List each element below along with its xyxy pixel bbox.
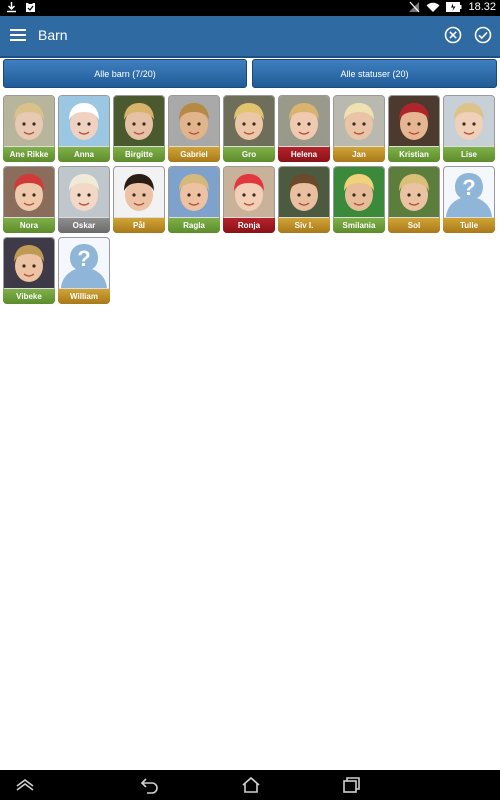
page-title: Barn bbox=[38, 27, 68, 43]
child-photo bbox=[4, 238, 54, 288]
all-statuses-filter-button[interactable]: Alle statuser (20) bbox=[252, 59, 497, 88]
battery-icon bbox=[446, 2, 462, 12]
clipboard-icon bbox=[26, 2, 35, 12]
child-tile[interactable]: Ronja bbox=[223, 166, 275, 233]
child-tile[interactable]: Nora bbox=[3, 166, 55, 233]
unknown-person-icon: ? bbox=[59, 238, 109, 288]
child-name-label: Tulle bbox=[443, 218, 495, 233]
child-photo bbox=[4, 96, 54, 146]
child-name-label: Ane Rikke bbox=[3, 147, 55, 162]
child-tile[interactable]: Oskar bbox=[58, 166, 110, 233]
child-name-label: Vibeke bbox=[3, 289, 55, 304]
recent-apps-icon[interactable] bbox=[341, 776, 361, 794]
child-tile[interactable]: ? Tulle bbox=[443, 166, 495, 233]
child-tile[interactable]: Birgitte bbox=[113, 95, 165, 162]
child-tile[interactable]: Anna bbox=[58, 95, 110, 162]
children-grid: Ane Rikke Anna Birgitte Gabriel Gro Helena Jan… bbox=[3, 95, 497, 304]
child-photo bbox=[169, 96, 219, 146]
child-photo bbox=[334, 167, 384, 217]
child-tile[interactable]: Jan bbox=[333, 95, 385, 162]
child-photo bbox=[4, 167, 54, 217]
child-photo bbox=[59, 167, 109, 217]
child-tile[interactable]: Vibeke bbox=[3, 237, 55, 304]
child-photo bbox=[279, 167, 329, 217]
navigation-bar bbox=[0, 770, 500, 800]
child-tile[interactable]: ? William bbox=[58, 237, 110, 304]
child-name-label: Smilania bbox=[333, 218, 385, 233]
child-name-label: Oskar bbox=[58, 218, 110, 233]
child-photo bbox=[389, 167, 439, 217]
child-name-label: Jan bbox=[333, 147, 385, 162]
child-name-label: Siv I. bbox=[278, 218, 330, 233]
svg-text:?: ? bbox=[462, 175, 475, 200]
home-icon[interactable] bbox=[241, 776, 261, 794]
wifi-icon bbox=[426, 2, 440, 12]
child-photo bbox=[114, 167, 164, 217]
child-name-label: Pål bbox=[113, 218, 165, 233]
unknown-person-icon: ? bbox=[444, 167, 494, 217]
child-tile[interactable]: Ane Rikke bbox=[3, 95, 55, 162]
child-tile[interactable]: Helena bbox=[278, 95, 330, 162]
child-photo bbox=[224, 96, 274, 146]
child-tile[interactable]: Siv I. bbox=[278, 166, 330, 233]
check-circle-icon[interactable] bbox=[474, 26, 492, 44]
child-photo bbox=[169, 167, 219, 217]
status-bar: 18.32 bbox=[0, 0, 500, 16]
child-tile[interactable]: Ragla bbox=[168, 166, 220, 233]
download-icon bbox=[7, 2, 16, 13]
child-tile[interactable]: Lise bbox=[443, 95, 495, 162]
child-tile[interactable]: Sol bbox=[388, 166, 440, 233]
child-photo bbox=[224, 167, 274, 217]
child-name-label: Ronja bbox=[223, 218, 275, 233]
svg-text:?: ? bbox=[77, 246, 90, 271]
child-photo bbox=[114, 96, 164, 146]
child-name-label: Sol bbox=[388, 218, 440, 233]
child-name-label: Ragla bbox=[168, 218, 220, 233]
child-tile[interactable]: Gabriel bbox=[168, 95, 220, 162]
no-signal-icon bbox=[409, 1, 420, 13]
child-name-label: Gabriel bbox=[168, 147, 220, 162]
child-photo bbox=[59, 96, 109, 146]
child-name-label: Lise bbox=[443, 147, 495, 162]
app-bar: Barn bbox=[0, 16, 500, 58]
child-photo bbox=[389, 96, 439, 146]
child-photo bbox=[334, 96, 384, 146]
child-tile[interactable]: Smilania bbox=[333, 166, 385, 233]
child-photo bbox=[279, 96, 329, 146]
child-name-label: Nora bbox=[3, 218, 55, 233]
clock: 18.32 bbox=[468, 1, 496, 13]
child-name-label: Gro bbox=[223, 147, 275, 162]
chevron-up-icon[interactable] bbox=[15, 776, 35, 794]
child-tile[interactable]: Gro bbox=[223, 95, 275, 162]
child-name-label: Anna bbox=[58, 147, 110, 162]
child-photo bbox=[444, 96, 494, 146]
child-name-label: William bbox=[58, 289, 110, 304]
child-name-label: Birgitte bbox=[113, 147, 165, 162]
child-tile[interactable]: Kristian bbox=[388, 95, 440, 162]
child-name-label: Kristian bbox=[388, 147, 440, 162]
child-tile[interactable]: Pål bbox=[113, 166, 165, 233]
back-icon[interactable] bbox=[140, 776, 160, 794]
all-children-filter-button[interactable]: Alle barn (7/20) bbox=[3, 59, 247, 88]
cancel-circle-icon[interactable] bbox=[444, 26, 462, 44]
hamburger-menu-icon[interactable] bbox=[10, 26, 26, 46]
child-name-label: Helena bbox=[278, 147, 330, 162]
